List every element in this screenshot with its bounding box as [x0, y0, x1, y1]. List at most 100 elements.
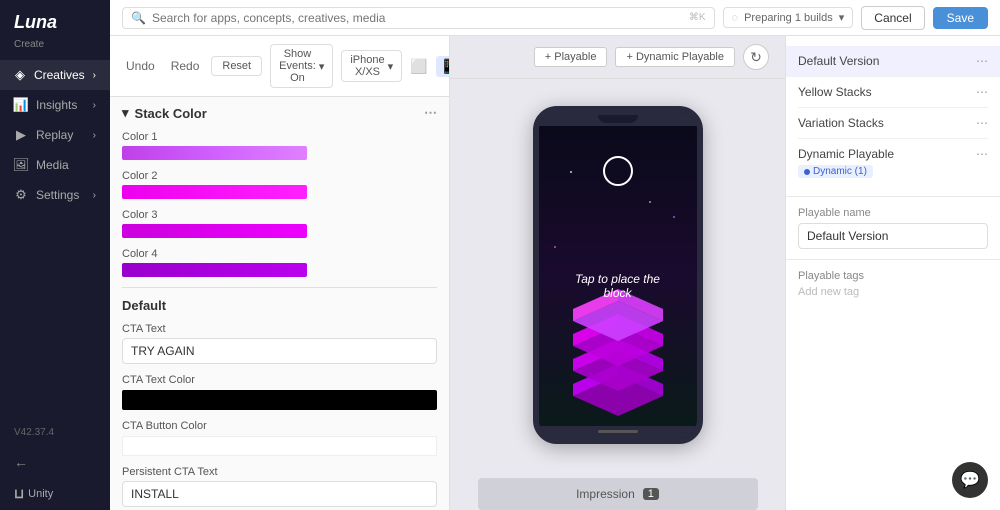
sidebar-item-label: Creatives	[34, 68, 85, 82]
phone-view-icon[interactable]: 📱	[436, 56, 450, 77]
media-icon: 🖼	[14, 158, 28, 172]
reset-button[interactable]: Reset	[211, 56, 262, 76]
main-area: 🔍 ⌘K ◌ Preparing 1 builds ▾ Cancel Save …	[110, 0, 1000, 510]
yellow-stacks-item[interactable]: Yellow Stacks ⋯	[798, 77, 988, 108]
color-row-1: Color 1	[122, 131, 437, 160]
left-panel: Undo Redo Reset Show Events: On ▾ iPhone…	[110, 36, 450, 510]
persistent-cta-input[interactable]	[122, 481, 437, 507]
chevron-down-icon: ▾	[388, 60, 394, 73]
dynamic-playable-item[interactable]: Dynamic Playable ⋯ Dynamic (1)	[798, 139, 988, 186]
default-version-item[interactable]: Default Version ⋯	[786, 46, 1000, 77]
show-events-button[interactable]: Show Events: On ▾	[270, 44, 333, 88]
chevron-right-icon: ›	[93, 70, 96, 81]
center-preview: + Playable + Dynamic Playable ↻	[450, 36, 785, 510]
versions-section: Default Version ⋯ Yellow Stacks ⋯ Variat…	[786, 36, 1000, 197]
chat-bubble[interactable]: 💬	[952, 462, 988, 498]
section-divider	[122, 287, 437, 288]
dynamic-dot	[804, 169, 810, 175]
phone-home-bar	[598, 430, 638, 433]
add-new-tag-input[interactable]: Add new tag	[798, 286, 988, 298]
editor: Undo Redo Reset Show Events: On ▾ iPhone…	[110, 36, 1000, 510]
add-dynamic-playable-button[interactable]: + Dynamic Playable	[615, 47, 735, 67]
impression-label: Impression	[576, 487, 635, 501]
color-4-label: Color 4	[122, 248, 437, 260]
cta-text-color-field: CTA Text Color	[122, 374, 437, 410]
default-section: Default CTA Text CTA Text Color CTA Butt…	[122, 298, 437, 510]
right-panel: Default Version ⋯ Yellow Stacks ⋯ Variat…	[785, 36, 1000, 510]
sidebar-item-insights[interactable]: 📊 Insights ›	[0, 90, 110, 120]
logo: Luna	[0, 0, 110, 39]
impression-count: 1	[643, 488, 659, 500]
sidebar-bottom: V42.37.4 ← ⊔ Unity	[0, 419, 110, 510]
chevron-down-icon: ▾	[839, 11, 845, 24]
default-title: Default	[122, 298, 437, 313]
sidebar-item-label: Insights	[36, 98, 77, 112]
color-3-label: Color 3	[122, 209, 437, 221]
add-playable-button[interactable]: + Playable	[534, 47, 608, 67]
logo-text: Luna	[14, 12, 96, 33]
phone-frame: Tap to place the block	[533, 106, 703, 444]
unity-logo: ⊔ Unity	[0, 478, 110, 510]
sidebar-item-media[interactable]: 🖼 Media	[0, 150, 110, 180]
redo-button[interactable]: Redo	[167, 57, 204, 75]
dynamic-more-icon[interactable]: ⋯	[976, 147, 988, 161]
stack-svg	[548, 226, 688, 426]
panel-content: ▾ Stack Color ⋯ Color 1 Color 2 Color 3	[110, 97, 449, 510]
search-input[interactable]	[152, 11, 683, 25]
back-button[interactable]: ←	[0, 446, 110, 478]
phone-text: Tap to place the block	[575, 272, 660, 300]
insights-icon: 📊	[14, 98, 28, 112]
device-selector[interactable]: iPhone X/XS ▾	[341, 50, 402, 82]
section-more-icon[interactable]: ⋯	[424, 105, 437, 121]
variation-stacks-item[interactable]: Variation Stacks ⋯	[798, 108, 988, 139]
cta-text-input[interactable]	[122, 338, 437, 364]
sidebar-create-label: Create	[0, 39, 110, 60]
playable-tags-section: Playable tags Add new tag	[786, 260, 1000, 308]
sidebar-item-label: Media	[36, 158, 69, 172]
save-button[interactable]: Save	[933, 7, 988, 29]
sidebar-item-settings[interactable]: ⚙ Settings ›	[0, 180, 110, 210]
cta-button-color-field: CTA Button Color	[122, 420, 437, 456]
persistent-cta-field: Persistent CTA Text	[122, 466, 437, 507]
color-row-3: Color 3	[122, 209, 437, 238]
cta-button-color-bar[interactable]	[122, 436, 437, 456]
sidebar-item-label: Replay	[36, 128, 73, 142]
tablet-view-icon[interactable]: ⬜	[410, 58, 427, 75]
playable-tags-label: Playable tags	[798, 270, 988, 282]
version-more-icon[interactable]: ⋯	[976, 85, 988, 99]
color-1-bar[interactable]	[122, 146, 307, 160]
undo-button[interactable]: Undo	[122, 57, 159, 75]
phone-circle	[603, 156, 633, 186]
version-more-icon[interactable]: ⋯	[976, 54, 988, 68]
sidebar: Luna Create ◈ Creatives › 📊 Insights › ▶…	[0, 0, 110, 510]
cta-text-color-bar[interactable]	[122, 390, 437, 410]
version-more-icon[interactable]: ⋯	[976, 116, 988, 130]
cta-text-field: CTA Text	[122, 323, 437, 364]
playable-name-label: Playable name	[798, 207, 988, 219]
cancel-button[interactable]: Cancel	[861, 6, 924, 30]
search-box[interactable]: 🔍 ⌘K	[122, 7, 715, 29]
search-shortcut: ⌘K	[689, 12, 706, 23]
preview-extra-toolbar: + Playable + Dynamic Playable ↻	[450, 36, 785, 79]
color-3-bar[interactable]	[122, 224, 307, 238]
preparing-label: Preparing 1 builds	[744, 12, 833, 24]
color-row-2: Color 2	[122, 170, 437, 199]
sidebar-item-creatives[interactable]: ◈ Creatives ›	[0, 60, 110, 90]
spinner-icon: ◌	[732, 12, 739, 24]
sidebar-item-replay[interactable]: ▶ Replay ›	[0, 120, 110, 150]
color-row-4: Color 4	[122, 248, 437, 277]
playable-name-input[interactable]	[798, 223, 988, 249]
stack-color-section-header: ▾ Stack Color ⋯	[122, 105, 437, 121]
version-label: V42.37.4	[0, 419, 110, 446]
unity-u-icon: ⊔	[14, 486, 24, 502]
collapse-icon[interactable]: ▾	[122, 105, 129, 121]
chevron-down-icon: ▾	[319, 60, 325, 73]
refresh-button[interactable]: ↻	[743, 44, 769, 70]
phone-notch	[539, 112, 697, 126]
phone-home	[539, 426, 697, 438]
settings-icon: ⚙	[14, 188, 28, 202]
topbar-right: ◌ Preparing 1 builds ▾ Cancel Save	[723, 6, 988, 30]
phone-container: Tap to place the block	[523, 79, 713, 470]
color-2-bar[interactable]	[122, 185, 307, 199]
color-4-bar[interactable]	[122, 263, 307, 277]
